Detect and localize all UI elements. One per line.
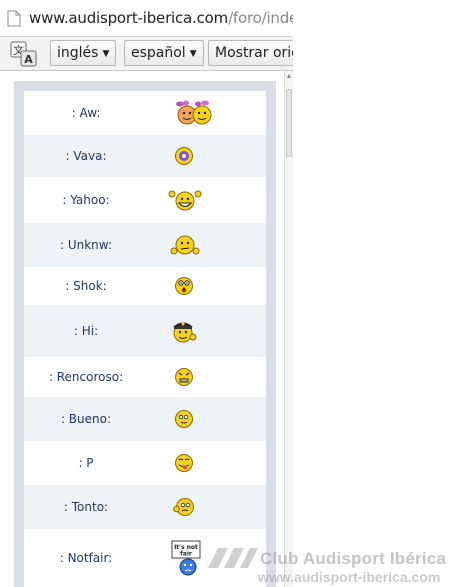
unknw-shrug-smiley-icon[interactable] (170, 234, 200, 256)
tongue-smiley-icon[interactable] (174, 453, 194, 473)
hi-police-smiley-icon[interactable] (171, 318, 197, 344)
svg-text:A: A (24, 53, 33, 66)
target-language-select[interactable]: español ▼ (124, 40, 204, 66)
smiley-code: : Unknw: (59, 238, 112, 252)
table-row: : Hi: (24, 305, 266, 357)
show-original-button[interactable]: Mostrar orig (208, 40, 293, 66)
translate-bar: 文 A inglés ▼ español ▼ Mostrar orig (0, 37, 293, 71)
table-row: : Shok: (24, 267, 266, 305)
url-path: /foro/index (228, 9, 293, 27)
table-row: : Aw: (24, 91, 266, 135)
smiley-code: : Rencoroso: (48, 370, 124, 384)
scrollbar-thumb[interactable] (286, 89, 292, 157)
tonto-smiley-icon[interactable] (173, 497, 195, 517)
watermark-url: www.audisport-iberica.com (258, 569, 441, 585)
chevron-down-icon: ▼ (189, 49, 197, 59)
svg-text:fair: fair (180, 551, 192, 558)
watermark-logo-icon (208, 548, 258, 568)
page-content: : Aw: : Vava: : Yahoo:: Unknw:: Shok: … (0, 71, 284, 587)
chevron-down-icon: ▼ (102, 49, 110, 59)
yahoo-smiley-icon[interactable] (168, 188, 202, 212)
url-host: www.audisport-iberica.com (29, 9, 229, 27)
smiley-code: : Tonto: (63, 500, 109, 514)
table-row: : Yahoo: (24, 177, 266, 223)
vava-smiley-icon[interactable] (174, 146, 194, 166)
smiley-code: : P (78, 456, 94, 470)
table-row: : Bueno: (24, 397, 266, 441)
smiley-code: : Bueno: (60, 412, 112, 426)
aw-couple-smiley-icon[interactable] (171, 100, 217, 126)
translate-icon[interactable]: 文 A (10, 40, 38, 68)
url-text[interactable]: www.audisport-iberica.com/foro/index (29, 9, 293, 27)
bueno-smiley-icon[interactable] (174, 409, 194, 429)
smiley-code: : Aw: (71, 106, 101, 120)
smiley-code: : Yahoo: (62, 193, 110, 207)
source-language-label: inglés (57, 45, 99, 61)
table-row: : Rencoroso: (24, 357, 266, 397)
smiley-code: : Hi: (73, 324, 99, 338)
page-icon (7, 10, 21, 27)
smilies-table: : Aw: : Vava: : Yahoo:: Unknw:: Shok: … (24, 91, 266, 587)
address-bar[interactable]: www.audisport-iberica.com/foro/index (0, 0, 293, 37)
notfair-sign-smiley-icon[interactable]: It's not fair (170, 540, 206, 576)
smiley-code: : Notfair: (59, 551, 113, 565)
table-row: : Tonto: (24, 485, 266, 529)
table-row: : Vava: (24, 135, 266, 177)
show-original-label: Mostrar orig (215, 45, 293, 61)
vertical-scrollbar[interactable]: ▲ (284, 71, 293, 587)
watermark-title: Club Audisport Ibérica (260, 549, 447, 568)
source-language-select[interactable]: inglés ▼ (50, 40, 117, 66)
smiley-code: : Shok: (65, 279, 107, 293)
smiley-code: : Vava: (65, 149, 107, 163)
smilies-panel: : Aw: : Vava: : Yahoo:: Unknw:: Shok: … (14, 81, 276, 587)
table-row: : Unknw: (24, 223, 266, 267)
target-language-label: español (131, 45, 186, 61)
watermark: Club Audisport Ibérica www.audisport-ibe… (204, 546, 454, 587)
shok-smiley-icon[interactable] (174, 276, 194, 296)
rencoroso-smiley-icon[interactable] (174, 367, 194, 387)
table-row: : P (24, 441, 266, 485)
scroll-up-arrow-icon[interactable]: ▲ (285, 73, 293, 80)
